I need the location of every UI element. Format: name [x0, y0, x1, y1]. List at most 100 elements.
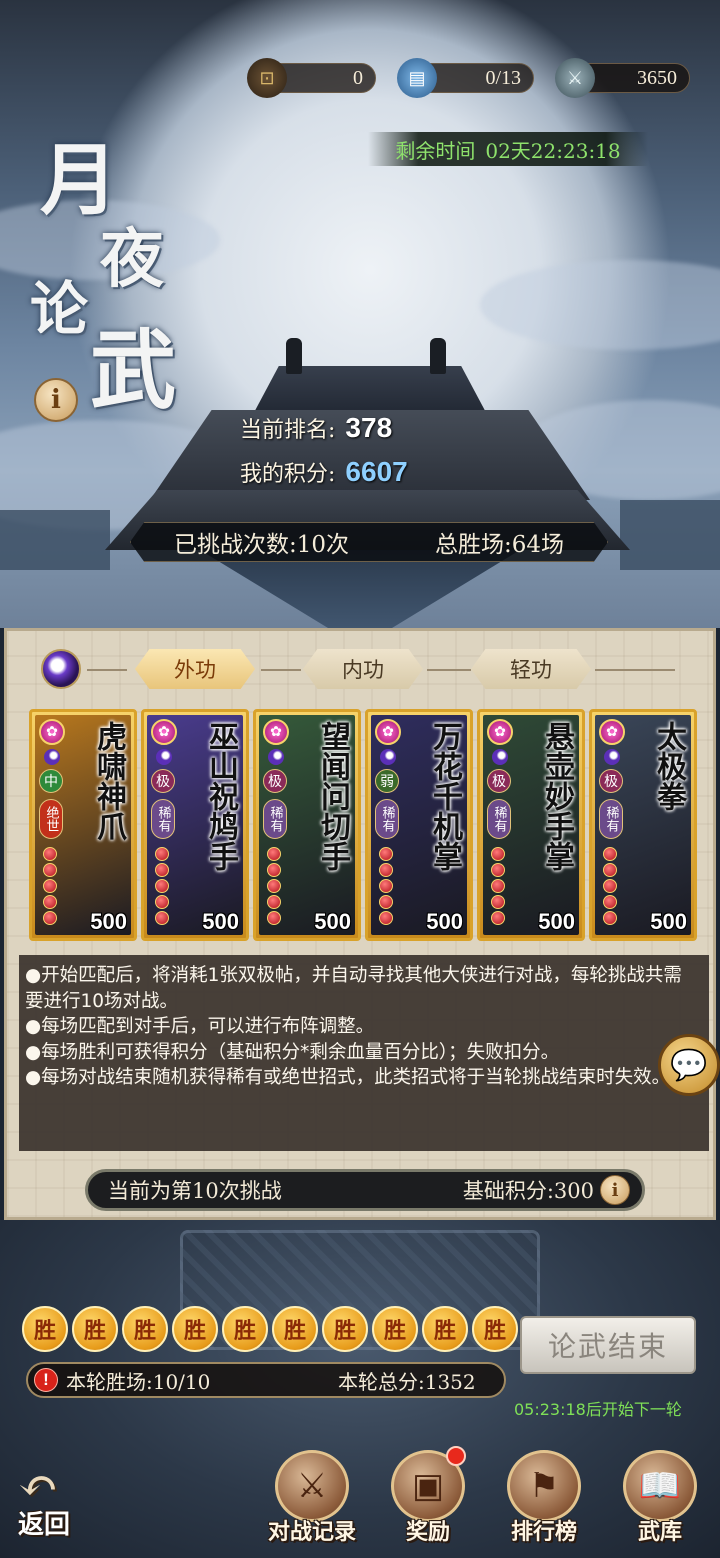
- health-dot: [43, 895, 57, 909]
- back-button[interactable]: ↶ 返回: [18, 1462, 102, 1542]
- win-badge: 胜: [272, 1306, 318, 1352]
- challenge-stats: 已挑战次数:10次 总胜场:64场: [130, 522, 608, 562]
- health-dot: [603, 847, 617, 861]
- event-title-char: 夜: [100, 222, 164, 297]
- battle-record-button[interactable]: ⚔ 对战记录: [266, 1450, 358, 1546]
- health-dot: [491, 847, 505, 861]
- score-value: 6607: [345, 456, 408, 487]
- coin-counter[interactable]: ⊡ 0: [247, 58, 376, 98]
- skill-grade: 极: [599, 769, 623, 793]
- round-total: 本轮总分:1352: [338, 1369, 476, 1394]
- health-dot: [491, 879, 505, 893]
- divider: [595, 669, 675, 671]
- skill-grade: 弱: [375, 769, 399, 793]
- rarity-tag: 稀有: [151, 799, 175, 839]
- health-dot: [603, 895, 617, 909]
- skill-grade: 极: [151, 769, 175, 793]
- health-dot: [379, 895, 393, 909]
- back-label: 返回: [18, 1510, 71, 1540]
- rewards-button[interactable]: ▣ 奖励: [382, 1446, 474, 1546]
- crossed-swords-scroll-icon: ⚔: [275, 1450, 349, 1522]
- health-dot: [603, 863, 617, 877]
- health-dot: [603, 879, 617, 893]
- coin-value: 0: [353, 66, 363, 89]
- remaining-time-label: 剩余时间: [395, 138, 476, 163]
- skill-card[interactable]: ✿ 中绝世 虎啸神爪 500: [29, 709, 137, 941]
- skill-name: 万花千机掌: [427, 721, 462, 871]
- card-art: ✿ 极稀有 望闻问切手 500: [259, 715, 355, 935]
- rarity-tag: 稀有: [375, 799, 399, 839]
- skill-panel: 外功 内功 轻功 ✿ 中绝世 虎啸神爪 500 ✿ 极稀有 巫山祝鸠手 500 ✿ 极稀有 望闻问切…: [4, 628, 716, 1220]
- swordsman-silhouette: [430, 338, 446, 374]
- my-score: 我的积分: 6607: [240, 456, 408, 488]
- skill-score: 500: [90, 909, 127, 934]
- skill-cards: ✿ 中绝世 虎啸神爪 500 ✿ 极稀有 巫山祝鸠手 500 ✿ 极稀有 望闻问切手 500 ✿ 弱稀有万…: [29, 709, 697, 941]
- base-score: 基础积分:300: [462, 1179, 594, 1203]
- end-tournament-button[interactable]: 论武结束: [520, 1316, 696, 1374]
- skill-card[interactable]: ✿ 极稀有 太极拳 500: [589, 709, 697, 941]
- event-title-char: 武: [90, 320, 176, 421]
- health-dot: [155, 847, 169, 861]
- skill-name: 太极拳: [651, 721, 686, 811]
- health-dot: [267, 863, 281, 877]
- rule-line: ●每场胜利可获得积分（基础积分*剩余血量百分比）；失败扣分。: [25, 1041, 560, 1063]
- tab-external[interactable]: 外功: [135, 649, 255, 689]
- warning-icon: !: [34, 1368, 58, 1392]
- rarity-tag: 绝世: [39, 799, 63, 839]
- health-dot: [267, 879, 281, 893]
- skill-emblem-icon: ✿: [375, 719, 401, 745]
- cloud: [480, 260, 720, 350]
- rules-text: ●开始匹配后，将消耗1张双极帖，并自动寻找其他大侠进行对战，每轮挑战共需要进行1…: [19, 955, 709, 1151]
- challenge-count: 已挑战次数:10次: [173, 532, 349, 558]
- rank-value: 378: [345, 412, 393, 443]
- tab-internal[interactable]: 内功: [303, 649, 423, 689]
- card-art: ✿ 极稀有 巫山祝鸠手 500: [147, 715, 243, 935]
- skill-score: 500: [650, 909, 687, 934]
- rarity-tag: 稀有: [487, 799, 511, 839]
- score-label: 我的积分:: [240, 462, 336, 487]
- rule-line: ●开始匹配后，将消耗1张双极帖，并自动寻找其他大侠进行对战，每轮挑战共需要进行1…: [25, 965, 682, 1012]
- nav-label: 奖励: [405, 1519, 450, 1545]
- skill-name: 悬壶妙手掌: [539, 721, 574, 871]
- health-dot: [379, 879, 393, 893]
- event-title-char: 论: [30, 275, 89, 343]
- skill-emblem-icon: ✿: [599, 719, 625, 745]
- health-dot: [43, 911, 57, 925]
- skill-card[interactable]: ✿ 极稀有 巫山祝鸠手 500: [141, 709, 249, 941]
- skill-name: 虎啸神爪: [91, 721, 126, 841]
- skill-emblem-icon: ✿: [263, 719, 289, 745]
- skill-name: 望闻问切手: [315, 721, 350, 871]
- health-dot: [491, 911, 505, 925]
- health-dot: [43, 863, 57, 877]
- nav-label: 对战记录: [267, 1519, 356, 1545]
- sword-token-icon: ⚔: [555, 58, 595, 98]
- health-dot: [379, 863, 393, 877]
- next-round-timer: 05:23:18后开始下一轮: [514, 1400, 682, 1419]
- skill-emblem-icon: ✿: [487, 719, 513, 745]
- health-dot: [155, 895, 169, 909]
- info-icon[interactable]: i: [34, 378, 78, 422]
- win-badge: 胜: [372, 1306, 418, 1352]
- skill-score: 500: [538, 909, 575, 934]
- chat-bubble-icon[interactable]: 💬: [658, 1034, 720, 1096]
- ticket-counter[interactable]: ▤ 0/13: [397, 58, 534, 98]
- win-badge: 胜: [72, 1306, 118, 1352]
- base-score-info-icon[interactable]: i: [600, 1175, 630, 1205]
- nav-label: 武库: [637, 1519, 682, 1545]
- sword-token-counter[interactable]: ⚔ 3650: [555, 58, 690, 98]
- health-dot: [155, 911, 169, 925]
- divider: [87, 669, 127, 671]
- skill-card[interactable]: ✿ 极稀有 望闻问切手 500: [253, 709, 361, 941]
- swordsman-silhouette: [286, 338, 302, 374]
- armory-button[interactable]: 📖 武库: [614, 1450, 706, 1546]
- skill-card[interactable]: ✿ 极稀有 悬壶妙手掌 500: [477, 709, 585, 941]
- skill-grade: 中: [39, 769, 63, 793]
- health-dot: [379, 847, 393, 861]
- leaderboard-button[interactable]: ⚑ 排行榜: [498, 1450, 590, 1546]
- rarity-tag: 稀有: [599, 799, 623, 839]
- health-dot: [379, 911, 393, 925]
- health-dots: [491, 847, 505, 925]
- notification-dot: [446, 1446, 466, 1466]
- skill-card[interactable]: ✿ 弱稀有 万花千机掌 500: [365, 709, 473, 941]
- tab-lightness[interactable]: 轻功: [471, 649, 591, 689]
